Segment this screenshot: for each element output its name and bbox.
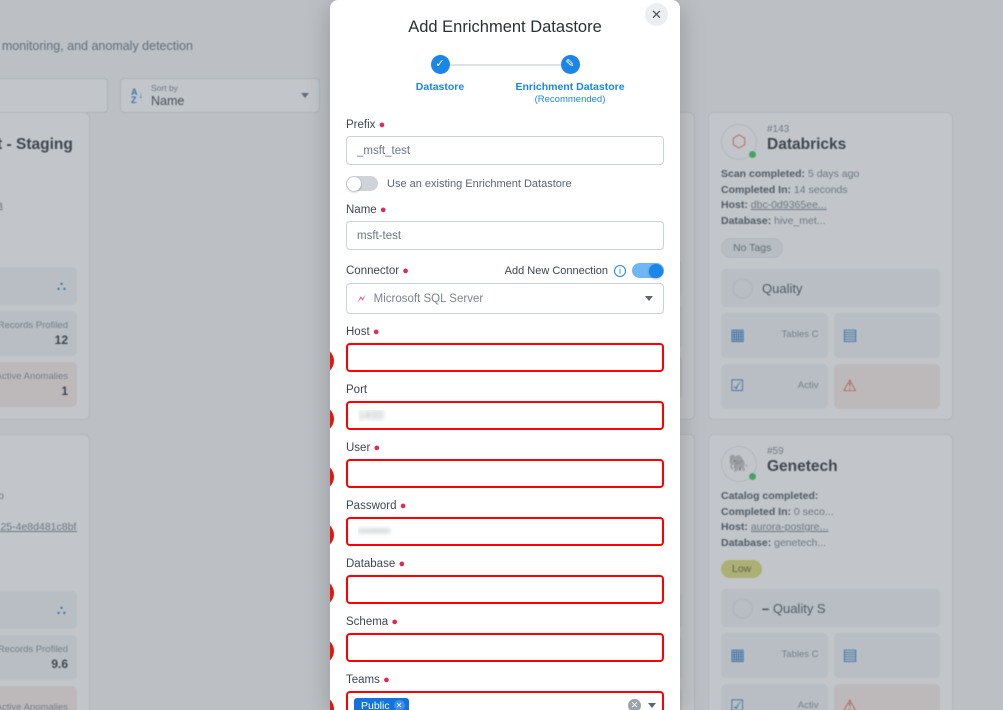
user-label: User ●: [346, 442, 664, 454]
connection-fields: 1 Host ● 2 Port 3 User ● 4 Password ●: [330, 326, 664, 710]
field-port: 2 Port: [330, 384, 664, 432]
step-marker-1: 1: [330, 348, 334, 374]
host-label: Host ●: [346, 326, 664, 338]
required-marker: ●: [402, 264, 409, 277]
step-marker-3: 3: [330, 464, 334, 490]
step-enrichment-datastore[interactable]: ✎ Enrichment Datastore (Recommended): [505, 55, 635, 105]
use-existing-toggle-row[interactable]: Use an existing Enrichment Datastore: [346, 176, 664, 191]
connector-select[interactable]: 🗲 Microsoft SQL Server: [346, 283, 664, 314]
modal-title: Add Enrichment Datastore: [408, 18, 602, 36]
clear-all-icon[interactable]: ✕: [628, 699, 641, 710]
step-marker-6: 6: [330, 638, 334, 664]
schema-input[interactable]: [346, 633, 664, 662]
field-password: 4 Password ●: [330, 500, 664, 548]
field-name: Name ●: [346, 204, 664, 250]
prefix-input[interactable]: [346, 136, 664, 165]
field-schema: 6 Schema ●: [330, 616, 664, 664]
step-sublabel: (Recommended): [534, 94, 606, 105]
switch-knob: [649, 263, 663, 278]
switch-knob: [347, 176, 361, 191]
field-host: 1 Host ●: [330, 326, 664, 374]
enrichment-form: Prefix ● Use an existing Enrichment Data…: [330, 105, 680, 710]
mssql-icon: 🗲: [357, 290, 366, 306]
check-icon: ✓: [430, 55, 450, 74]
field-database: 5 Database ●: [330, 558, 664, 606]
field-connector: Connector ● Add New Connection i 🗲 Micro…: [346, 263, 664, 314]
teams-label: Teams ●: [346, 674, 664, 686]
step-marker-7: 7: [330, 696, 334, 710]
required-marker: ●: [383, 674, 390, 686]
add-enrichment-datastore-modal: ✕ Add Enrichment Datastore ✓ Datastore ✎…: [330, 0, 680, 710]
chevron-down-icon: [645, 296, 653, 301]
password-label: Password ●: [346, 500, 664, 512]
connector-label: Connector ●: [346, 265, 409, 277]
info-icon[interactable]: i: [614, 264, 626, 277]
host-input[interactable]: [346, 343, 664, 372]
add-new-connection-switch[interactable]: [632, 263, 664, 278]
user-label-text: User: [346, 442, 371, 454]
port-label-text: Port: [346, 384, 368, 396]
name-input[interactable]: [346, 221, 664, 250]
wizard-stepper: ✓ Datastore ✎ Enrichment Datastore (Reco…: [330, 55, 680, 105]
port-input[interactable]: [346, 401, 664, 430]
team-chip-label: Public: [361, 699, 390, 710]
name-label: Name ●: [346, 204, 664, 216]
pencil-icon: ✎: [560, 55, 580, 74]
use-existing-label: Use an existing Enrichment Datastore: [387, 177, 572, 190]
name-label-text: Name: [346, 204, 377, 216]
password-input[interactable]: [346, 517, 664, 546]
schema-label: Schema ●: [346, 616, 664, 628]
connector-value: Microsoft SQL Server: [373, 292, 484, 305]
database-input[interactable]: [346, 575, 664, 604]
prefix-label-text: Prefix: [346, 119, 376, 131]
field-teams: 7 Teams ● Public ✕ ✕: [330, 674, 664, 710]
team-chip[interactable]: Public ✕: [354, 697, 409, 710]
use-existing-switch[interactable]: [346, 176, 378, 191]
required-marker: ●: [372, 326, 380, 338]
password-label-text: Password: [346, 500, 397, 512]
step-marker-5: 5: [330, 580, 334, 606]
field-prefix: Prefix ●: [346, 119, 664, 165]
step-marker-2: 2: [330, 406, 334, 432]
schema-label-text: Schema: [346, 616, 389, 628]
teams-multiselect[interactable]: Public ✕ ✕: [346, 691, 664, 710]
required-marker: ●: [391, 616, 399, 628]
chip-remove-icon[interactable]: ✕: [393, 700, 405, 710]
required-marker: ●: [379, 204, 387, 216]
app-root: es y analysis, monitoring, and anomaly d…: [0, 0, 1003, 710]
step-datastore[interactable]: ✓ Datastore: [375, 55, 570, 105]
host-label-text: Host: [346, 326, 370, 338]
connector-label-text: Connector: [346, 264, 400, 277]
close-icon[interactable]: ✕: [645, 3, 668, 26]
required-marker: ●: [378, 119, 386, 131]
chevron-down-icon[interactable]: [648, 703, 656, 708]
required-marker: ●: [398, 558, 406, 570]
database-label: Database ●: [346, 558, 664, 570]
user-input[interactable]: [346, 459, 664, 488]
port-label: Port: [346, 384, 664, 396]
prefix-label: Prefix ●: [346, 119, 664, 131]
required-marker: ●: [373, 442, 381, 454]
step-marker-4: 4: [330, 522, 334, 548]
step-label: Datastore: [415, 81, 465, 93]
required-marker: ●: [399, 500, 407, 512]
teams-label-text: Teams: [346, 674, 380, 686]
field-user: 3 User ●: [330, 442, 664, 490]
database-label-text: Database: [346, 558, 396, 570]
add-new-connection-label: Add New Connection: [504, 264, 608, 277]
step-label: Enrichment Datastore: [515, 81, 625, 93]
